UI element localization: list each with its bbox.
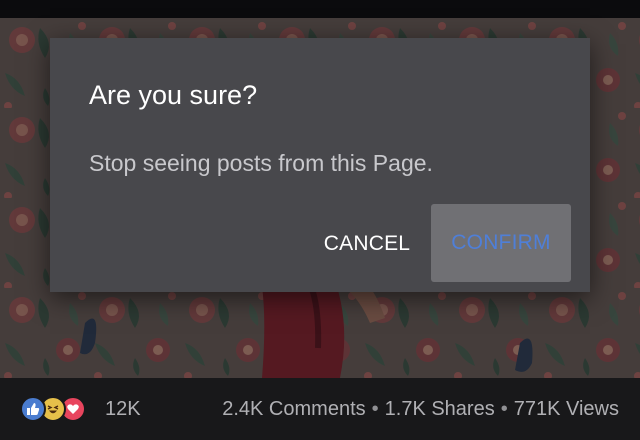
- confirm-button[interactable]: CONFIRM: [431, 204, 571, 282]
- thumbs-up-icon: [20, 396, 46, 422]
- reactions-summary[interactable]: [20, 396, 100, 422]
- separator-dot: •: [371, 398, 379, 420]
- separator-dot: •: [500, 398, 508, 420]
- comments-count-link[interactable]: 2.4K Comments: [222, 398, 365, 420]
- cancel-button[interactable]: CANCEL: [312, 206, 422, 282]
- post-stats-bar: 12K 2.4K Comments • 1.7K Shares • 771K Views: [0, 378, 640, 440]
- screen: Are you sure? Stop seeing posts from thi…: [0, 0, 640, 440]
- confirm-dialog: Are you sure? Stop seeing posts from thi…: [50, 38, 590, 292]
- engagement-stats: 2.4K Comments • 1.7K Shares • 771K Views: [222, 396, 619, 422]
- dialog-message: Stop seeing posts from this Page.: [89, 150, 433, 176]
- status-strip: [0, 0, 640, 18]
- views-count: 771K Views: [513, 398, 619, 420]
- reaction-count[interactable]: 12K: [105, 396, 141, 422]
- dialog-title: Are you sure?: [89, 80, 258, 110]
- shares-count-link[interactable]: 1.7K Shares: [385, 398, 495, 420]
